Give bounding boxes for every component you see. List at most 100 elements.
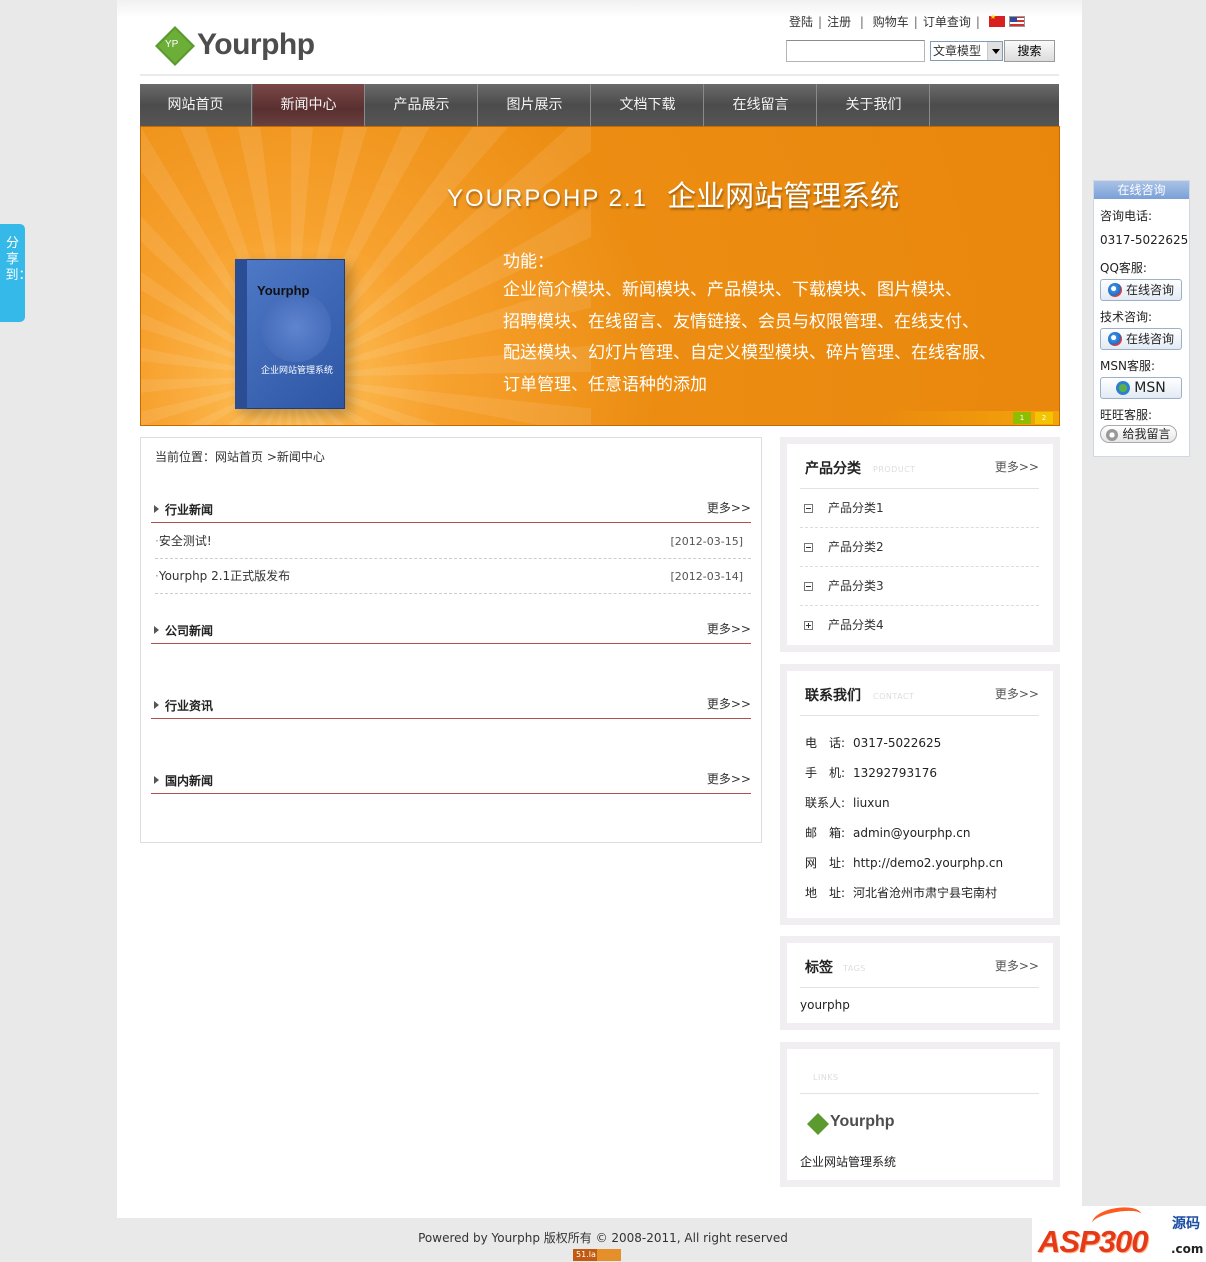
news-title[interactable]: Yourphp 2.1正式版发布 [155, 569, 290, 583]
section-industry-news: 行业新闻 更多>> [151, 495, 751, 523]
banner-feature-line: 招聘模块、在线留言、友情链接、会员与权限管理、在线支付、 [503, 311, 979, 332]
banner-dot-1[interactable]: 1 [1013, 412, 1031, 424]
contact-value: liuxun [853, 796, 890, 810]
contact-key: 手 机: [805, 766, 846, 780]
news-title[interactable]: 安全测试! [155, 534, 212, 548]
box-divider [800, 715, 1039, 716]
msn-label: MSN客服: [1100, 359, 1155, 373]
watermark-text: ASP300 [1038, 1224, 1148, 1259]
list-item[interactable]: 安全测试! [2012-03-15] [155, 524, 751, 559]
category-label[interactable]: 产品分类3 [828, 567, 884, 606]
contact-key: 网 址: [805, 856, 846, 870]
register-link[interactable]: 注册 [827, 15, 851, 29]
share-tab-label: 分享到： [5, 236, 32, 283]
tech-button-label: 在线咨询 [1125, 332, 1174, 346]
dropdown-arrow-icon[interactable] [987, 42, 1002, 60]
nav-item-downloads[interactable]: 文档下载 [592, 84, 704, 126]
contact-row: 网 址: http://demo2.yourphp.cn [805, 854, 1003, 871]
more-link[interactable]: 更多>> [707, 695, 751, 712]
section-title[interactable]: 行业新闻 [153, 501, 213, 518]
stats-counter-badge[interactable]: 51.la [573, 1249, 621, 1261]
banner-pager [879, 411, 1059, 425]
search-input[interactable] [786, 40, 925, 62]
tags-inner: 标签 TAGS 更多>> yourphp [787, 943, 1053, 1023]
banner-dot-2[interactable]: 2 [1035, 412, 1053, 424]
section-title[interactable]: 国内新闻 [153, 772, 213, 789]
banner-feature-line: 配送模块、幻灯片管理、自定义模型模块、碎片管理、在线客服、 [503, 343, 996, 363]
list-item[interactable]: 产品分类3 [800, 567, 1039, 606]
list-item[interactable]: 产品分类2 [800, 528, 1039, 567]
nav-item-about[interactable]: 关于我们 [818, 84, 930, 126]
product-categories-inner: 产品分类 PRODUCT 更多>> 产品分类1 产品分类2 产品分类3 产品分类… [787, 444, 1053, 645]
logo-mark: YP [165, 39, 179, 50]
category-label[interactable]: 产品分类2 [828, 528, 884, 567]
more-link[interactable]: 更多>> [707, 620, 751, 637]
section-title[interactable]: 行业资讯 [153, 697, 213, 714]
friend-link-logo[interactable]: Yourphp [807, 1111, 927, 1137]
english-flag-icon[interactable] [1008, 16, 1025, 27]
asp300-watermark: ASP300 源码 .com [1032, 1206, 1206, 1262]
nav-item-home[interactable]: 网站首页 [140, 84, 252, 126]
nav-item-news[interactable]: 新闻中心 [253, 84, 365, 126]
contact-key: 联系人: [805, 796, 846, 810]
separator: | [856, 15, 868, 29]
collapse-icon[interactable] [804, 543, 813, 552]
model-select[interactable]: 文章模型 [930, 41, 1003, 61]
contact-value: 13292793176 [853, 766, 937, 780]
cart-link[interactable]: 购物车 [873, 15, 909, 29]
banner-feature-line: 企业简介模块、新闻模块、产品模块、下载模块、图片模块、 [503, 280, 962, 300]
expand-icon[interactable] [804, 621, 813, 630]
header-divider [140, 74, 1059, 76]
list-item[interactable]: Yourphp 2.1正式版发布 [2012-03-14] [155, 559, 751, 594]
site-logo[interactable]: YP Yourphp [153, 24, 343, 70]
wangwang-icon [1106, 429, 1119, 441]
contact-row: 地 址: 河北省沧州市肃宁县宅南村 [805, 884, 997, 901]
page-container: YP Yourphp 登陆 | 注册 | 购物车 | 订单查询 | 文章模型 搜索 网站首… [117, 0, 1082, 1218]
order-query-link[interactable]: 订单查询 [923, 15, 971, 29]
more-link[interactable]: 更多>> [707, 499, 751, 516]
contact-value: 河北省沧州市肃宁县宅南村 [853, 886, 998, 900]
more-link[interactable]: 更多>> [707, 770, 751, 787]
tag-link[interactable]: yourphp [800, 998, 850, 1012]
nav-item-guestbook[interactable]: 在线留言 [705, 84, 817, 126]
friend-link-caption[interactable]: 企业网站管理系统 [800, 1153, 896, 1170]
tech-label: 技术咨询: [1100, 310, 1153, 324]
qq-consult-button[interactable]: 在线咨询 [1100, 279, 1182, 301]
box-divider [800, 1093, 1039, 1094]
wangwang-message-button[interactable]: 给我留言 [1100, 425, 1177, 443]
section-industry-info: 行业资讯 更多>> [151, 691, 751, 719]
separator: | [975, 15, 980, 29]
more-link[interactable]: 更多>> [995, 685, 1039, 702]
box-title: 联系我们 [805, 688, 861, 704]
watermark-com: .com [1171, 1242, 1204, 1256]
news-panel: 当前位置：网站首页 >新闻中心 行业新闻 更多>> 安全测试! [2012-03… [140, 437, 762, 843]
main-nav: 网站首页 新闻中心 产品展示 图片展示 文档下载 在线留言 关于我们 [140, 84, 1059, 126]
login-link[interactable]: 登陆 [789, 15, 813, 29]
banner-features: 企业简介模块、新闻模块、产品模块、下载模块、图片模块、 招聘模块、在线留言、友情… [503, 275, 1023, 401]
search-button[interactable]: 搜索 [1004, 40, 1055, 62]
msn-button[interactable]: MSN [1100, 377, 1182, 399]
qq-label: QQ客服: [1100, 261, 1147, 275]
links-box: LINKS Yourphp 企业网站管理系统 [780, 1042, 1060, 1187]
category-label[interactable]: 产品分类1 [828, 489, 884, 528]
share-tab[interactable]: 分享到： [0, 224, 32, 322]
chinese-flag-icon[interactable] [988, 13, 1005, 27]
list-item[interactable]: 产品分类1 [800, 489, 1039, 528]
category-label[interactable]: 产品分类4 [828, 606, 884, 645]
list-item[interactable]: 产品分类4 [800, 606, 1039, 645]
section-title[interactable]: 公司新闻 [153, 622, 213, 639]
box-subtitle: TAGS [843, 964, 866, 973]
collapse-icon[interactable] [804, 582, 813, 591]
nav-item-pictures[interactable]: 图片展示 [479, 84, 591, 126]
contact-key: 电 话: [805, 736, 846, 750]
product-box-disc [261, 292, 331, 362]
box-title: 产品分类 [805, 461, 861, 477]
more-link[interactable]: 更多>> [995, 458, 1039, 475]
banner-title-cn: 企业网站管理系统 [667, 179, 900, 213]
tech-consult-button[interactable]: 在线咨询 [1100, 328, 1182, 350]
nav-item-products[interactable]: 产品展示 [366, 84, 478, 126]
banner-slideshow[interactable]: Yourphp 企业网站管理系统 YOURPOHP 2.1 企业网站管理系统 功… [140, 126, 1060, 426]
collapse-icon[interactable] [804, 504, 813, 513]
more-link[interactable]: 更多>> [995, 957, 1039, 974]
section-domestic-news: 国内新闻 更多>> [151, 766, 751, 794]
